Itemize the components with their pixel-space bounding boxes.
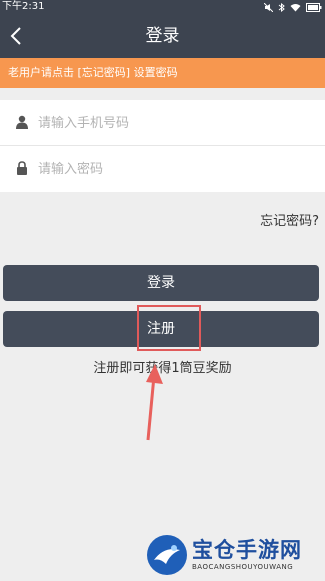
lock-icon bbox=[17, 161, 27, 175]
header: 登录 bbox=[0, 14, 325, 58]
login-form bbox=[0, 100, 325, 192]
forgot-password-link[interactable]: 忘记密码? bbox=[260, 210, 319, 229]
wifi-icon bbox=[290, 3, 301, 11]
watermark-logo-icon bbox=[147, 535, 187, 575]
password-row bbox=[0, 146, 325, 192]
watermark: 宝仓手游网 BAOCANGSHOUYOUWANG bbox=[146, 532, 322, 578]
battery-icon bbox=[306, 2, 322, 12]
login-button[interactable]: 登录 bbox=[3, 265, 319, 301]
bluetooth-icon bbox=[278, 2, 285, 12]
notice-banner: 老用户请点击 [忘记密码] 设置密码 bbox=[0, 58, 325, 88]
status-icons bbox=[264, 0, 322, 14]
register-highlight-box bbox=[137, 305, 201, 351]
phone-input[interactable] bbox=[38, 108, 308, 138]
person-icon bbox=[16, 115, 28, 129]
page-title: 登录 bbox=[145, 26, 180, 46]
watermark-subtitle: BAOCANGSHOUYOUWANG bbox=[192, 563, 294, 571]
pointer-arrow-icon bbox=[146, 364, 163, 441]
phone-row bbox=[0, 100, 325, 146]
watermark-name: 宝仓手游网 bbox=[192, 538, 302, 562]
mute-icon bbox=[264, 2, 273, 12]
status-bar: 下午2:31 bbox=[0, 0, 325, 14]
status-time: 下午2:31 bbox=[2, 1, 45, 12]
password-input[interactable] bbox=[38, 154, 308, 184]
